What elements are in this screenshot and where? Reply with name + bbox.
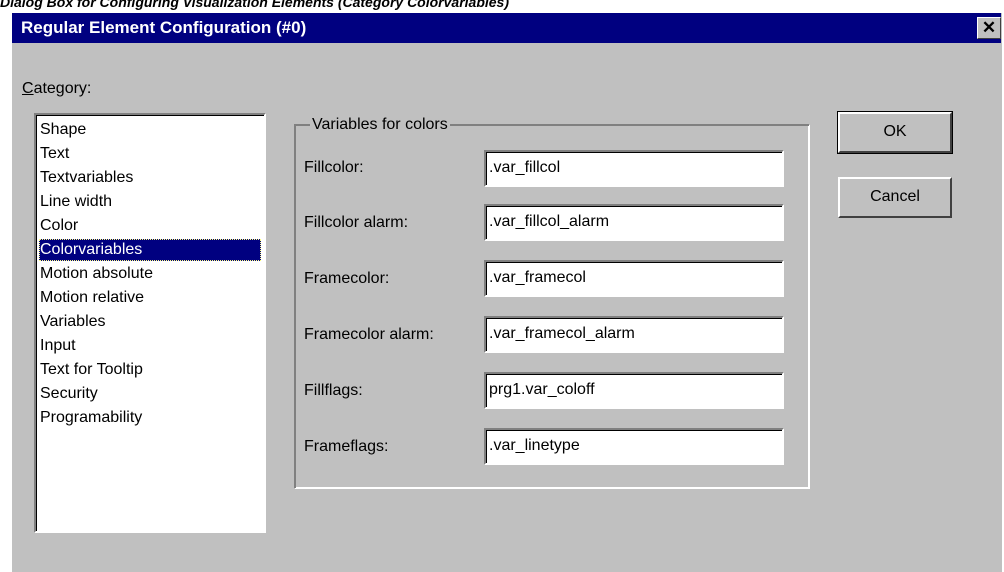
frameflags-label: Frameflags: <box>304 438 389 455</box>
framecolor-field[interactable]: .var_framecol <box>484 260 784 297</box>
category-item-line-width[interactable]: Line width <box>39 191 261 213</box>
category-label-access-key: C <box>22 80 34 97</box>
category-item-text-for-tooltip[interactable]: Text for Tooltip <box>39 359 261 381</box>
cancel-button[interactable]: Cancel <box>838 177 952 218</box>
framecolor-label: Framecolor: <box>304 270 390 287</box>
fillflags-field[interactable]: prg1.var_coloff <box>484 372 784 409</box>
close-icon: ✕ <box>981 18 997 37</box>
category-label: Category: <box>22 80 91 98</box>
framecolor-alarm-field[interactable]: .var_framecol_alarm <box>484 316 784 353</box>
category-item-variables[interactable]: Variables <box>39 311 261 333</box>
config-dialog: Regular Element Configuration (#0) ✕ Cat… <box>11 12 1002 572</box>
fillcolor-field[interactable]: .var_fillcol <box>484 150 784 187</box>
figure-caption: Dialog Box for Configuring Visualization… <box>0 0 509 10</box>
category-item-input[interactable]: Input <box>39 335 261 357</box>
category-item-motion-absolute[interactable]: Motion absolute <box>39 263 261 285</box>
close-button[interactable]: ✕ <box>977 17 1001 39</box>
colors-group-legend: Variables for colors <box>310 116 450 134</box>
category-item-text[interactable]: Text <box>39 143 261 165</box>
fillcolor-alarm-field[interactable]: .var_fillcol_alarm <box>484 204 784 241</box>
framecolor-alarm-label: Framecolor alarm: <box>304 326 434 343</box>
fillflags-label: Fillflags: <box>304 382 363 399</box>
category-label-text: ategory: <box>33 80 92 97</box>
ok-button[interactable]: OK <box>837 111 953 154</box>
category-item-colorvariables[interactable]: Colorvariables <box>39 239 261 261</box>
title-bar: Regular Element Configuration (#0) ✕ <box>12 13 1001 43</box>
dialog-title: Regular Element Configuration (#0) <box>21 18 307 37</box>
category-listbox[interactable]: Shape Text Textvariables Line width Colo… <box>34 113 266 533</box>
fillcolor-label: Fillcolor: <box>304 159 364 176</box>
frameflags-field[interactable]: .var_linetype <box>484 428 784 465</box>
fillcolor-alarm-label: Fillcolor alarm: <box>304 214 409 231</box>
category-item-security[interactable]: Security <box>39 383 261 405</box>
category-item-color[interactable]: Color <box>39 215 261 237</box>
category-item-programability[interactable]: Programability <box>39 407 261 429</box>
category-item-shape[interactable]: Shape <box>39 119 261 141</box>
category-item-textvariables[interactable]: Textvariables <box>39 167 261 189</box>
category-item-motion-relative[interactable]: Motion relative <box>39 287 261 309</box>
